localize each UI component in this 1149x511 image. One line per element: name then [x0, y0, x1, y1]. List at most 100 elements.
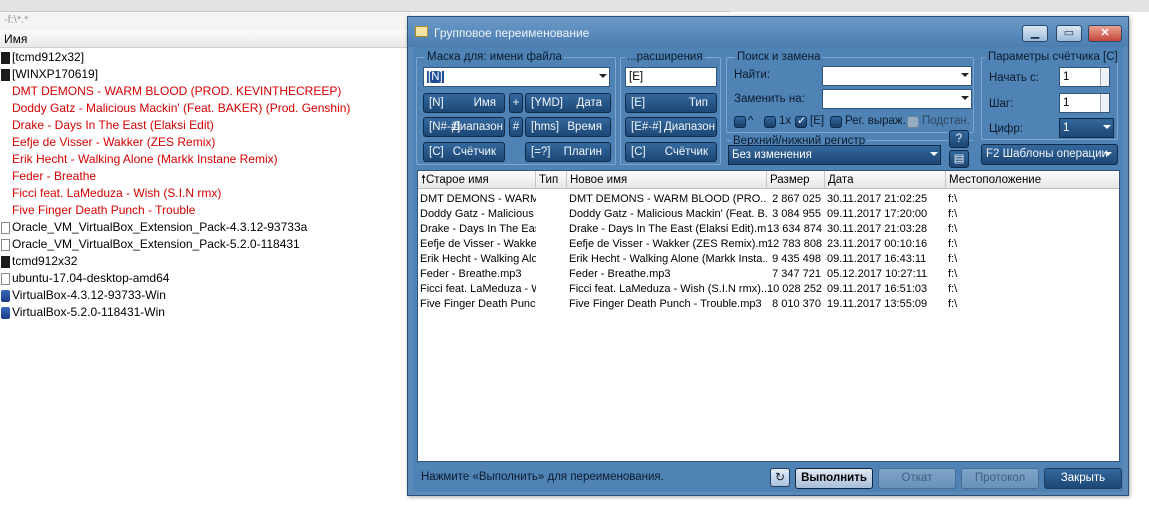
grid-row[interactable]: Drake - Days In The East (El... Drake - D… [418, 222, 1119, 237]
new-name-cell: Erik Hecht - Walking Alone (Markk Insta.… [569, 253, 767, 265]
new-name-cell: Ficci feat. LaMeduza - Wish (S.I.N rmx).… [569, 283, 767, 295]
grid-row[interactable]: Five Finger Death Punch - T... Five Finge… [418, 297, 1119, 312]
replace-input[interactable] [822, 89, 972, 109]
insert-time-button[interactable]: [hms] Время [525, 117, 611, 137]
filename-mask-input[interactable]: [N] [423, 67, 610, 87]
hash-button[interactable]: # [509, 117, 523, 137]
extension-checkbox[interactable] [795, 114, 807, 128]
grid-row[interactable]: Eefje de Visser - Wakker (Z... Eefje de V… [418, 237, 1119, 252]
extension-mask-input[interactable]: [E] [625, 67, 717, 87]
rename-preview-grid[interactable]: 🠕Старое имя Тип Новое имя Размер Дата Ме… [417, 170, 1120, 462]
mask-group: Маска для: имени файла [N] [N] Имя [N#-#]… [416, 51, 616, 165]
file-list-item[interactable]: Oracle_VM_VirtualBox_Extension_Pack-5.2.… [0, 236, 410, 253]
insert-type-button[interactable]: [E] Тип [625, 93, 717, 113]
close-button[interactable]: Закрыть [1044, 468, 1122, 489]
close-icon: ✕ [1100, 27, 1110, 39]
file-name: Doddy Gatz - Malicious Mackin' (Feat. BA… [12, 101, 351, 115]
operation-templates-button[interactable]: F2 Шаблоны операции [981, 144, 1118, 165]
file-list-item[interactable]: Ficci feat. LaMeduza - Wish (S.I.N rmx) [0, 185, 410, 202]
counter-group: Параметры счётчика [C] Начать с: 1 Шаг: … [981, 51, 1120, 140]
step-value: 1 [1063, 97, 1070, 109]
file-list-item[interactable]: Oracle_VM_VirtualBox_Extension_Pack-4.3.… [0, 219, 410, 236]
maximize-button[interactable]: ▭ [1056, 25, 1082, 42]
col-old-name[interactable]: 🠕Старое имя [418, 171, 536, 189]
doc-icon [1, 238, 10, 251]
step-input[interactable]: 1 [1059, 93, 1110, 113]
multi-rename-dialog: Групповое переименование ▁ ▭ ✕ Маска для… [407, 16, 1129, 496]
insert-ext-counter-button[interactable]: [C] Счётчик [625, 142, 717, 162]
new-name-cell: Eefje de Visser - Wakker (ZES Remix).m..… [569, 238, 767, 250]
insert-plugin-button[interactable]: [=?] Плагин [525, 142, 611, 162]
old-name-cell: Five Finger Death Punch - T... [420, 298, 536, 310]
date-cell: 09.11.2017 17:20:00 [827, 208, 928, 220]
grid-row[interactable]: Feder - Breathe.mp3 Feder - Breathe.mp3 7 … [418, 267, 1119, 282]
find-input[interactable] [822, 66, 972, 86]
doc-icon [1, 221, 10, 234]
file-list-item[interactable]: [WINXP170619] [0, 66, 410, 83]
insert-name-range-button[interactable]: [N#-#] Диапазон [423, 117, 505, 137]
minimize-button[interactable]: ▁ [1022, 25, 1048, 42]
regex-checkbox[interactable] [830, 116, 842, 128]
location-cell: f:\ [948, 298, 958, 310]
file-name: Five Finger Death Punch - Trouble [12, 203, 196, 217]
file-list-item[interactable]: VirtualBox-4.3.12-93733-Win [0, 287, 410, 304]
refresh-button[interactable]: ↻ [770, 468, 790, 487]
old-name-cell: Doddy Gatz - Malicious Mac... [420, 208, 536, 220]
location-cell: f:\ [948, 238, 958, 250]
notes-button[interactable]: ▤ [949, 150, 969, 168]
insert-date-button[interactable]: [YMD] Дата [525, 93, 611, 113]
log-button[interactable]: Протокол [961, 468, 1039, 489]
grid-row[interactable]: Erik Hecht - Walking Alone (... Erik Hech… [418, 252, 1119, 267]
grid-row[interactable]: DMT DEMONS - WARM BL... DMT DEMONS - WARM… [418, 192, 1119, 207]
new-name-cell: Doddy Gatz - Malicious Mackin' (Feat. B.… [569, 208, 767, 220]
type-cell [536, 222, 567, 237]
search-replace-title: Поиск и замена [735, 51, 823, 63]
file-list-item[interactable]: Erik Hecht - Walking Alone (Markk Instan… [0, 151, 410, 168]
file-list-item[interactable]: ubuntu-17.04-desktop-amd64 [0, 270, 410, 287]
refresh-icon: ↻ [774, 470, 786, 484]
grid-row[interactable]: Doddy Gatz - Malicious Mac... Doddy Gatz … [418, 207, 1119, 222]
substitution-checkbox[interactable] [907, 116, 919, 128]
column-header-name[interactable]: Имя [0, 30, 410, 48]
col-new-name[interactable]: Новое имя [567, 171, 767, 189]
start-input[interactable]: 1 [1059, 67, 1110, 87]
case-select[interactable]: Без изменения [728, 145, 941, 165]
file-list-item[interactable]: Doddy Gatz - Malicious Mackin' (Feat. BA… [0, 100, 410, 117]
file-list-item[interactable]: DMT DEMONS - WARM BLOOD (PROD. KEVINTHEC… [0, 83, 410, 100]
undo-button[interactable]: Откат [878, 468, 956, 489]
doc-icon [1, 272, 10, 285]
run-button[interactable]: Выполнить [795, 468, 873, 489]
current-path: -f:\*.* [0, 12, 410, 30]
insert-counter-button[interactable]: [C] Счётчик [423, 142, 505, 162]
col-date[interactable]: Дата [825, 171, 946, 189]
date-cell: 09.11.2017 16:43:11 [827, 253, 927, 265]
file-list-item[interactable]: VirtualBox-5.2.0-118431-Win [0, 304, 410, 321]
col-location[interactable]: Местоположение [946, 171, 1119, 189]
step-spinner[interactable] [1100, 94, 1109, 112]
close-window-button[interactable]: ✕ [1088, 25, 1122, 42]
start-spinner[interactable] [1100, 68, 1109, 86]
file-list-item[interactable]: Five Finger Death Punch - Trouble [0, 202, 410, 219]
insert-name-button[interactable]: [N] Имя [423, 93, 505, 113]
type-cell [536, 267, 567, 282]
help-button[interactable]: ? [949, 130, 969, 148]
digits-select[interactable]: 1 [1059, 118, 1114, 138]
date-cell: 30.11.2017 21:03:28 [827, 223, 928, 235]
caret-checkbox[interactable] [734, 116, 746, 128]
file-list-item[interactable]: [tcmd912x32] [0, 49, 410, 66]
file-list-item[interactable]: Drake - Days In The East (Elaksi Edit) [0, 117, 410, 134]
plus-button[interactable]: + [509, 93, 523, 113]
col-size[interactable]: Размер [767, 171, 825, 189]
find-label: Найти: [734, 69, 771, 81]
chevron-down-icon [961, 73, 969, 77]
dialog-titlebar[interactable]: Групповое переименование ▁ ▭ ✕ [408, 17, 1128, 47]
file-list-item[interactable]: Feder - Breathe [0, 168, 410, 185]
col-type[interactable]: Тип [536, 171, 567, 189]
file-list-item[interactable]: tcmd912x32 [0, 253, 410, 270]
old-name-cell: Feder - Breathe.mp3 [420, 268, 522, 280]
once-checkbox[interactable] [764, 116, 776, 128]
insert-ext-range-button[interactable]: [E#-#] Диапазон [625, 117, 717, 137]
file-list-item[interactable]: Eefje de Visser - Wakker (ZES Remix) [0, 134, 410, 151]
grid-row[interactable]: Ficci feat. LaMeduza - Wish ... Ficci fea… [418, 282, 1119, 297]
new-name-cell: Feder - Breathe.mp3 [569, 268, 671, 280]
